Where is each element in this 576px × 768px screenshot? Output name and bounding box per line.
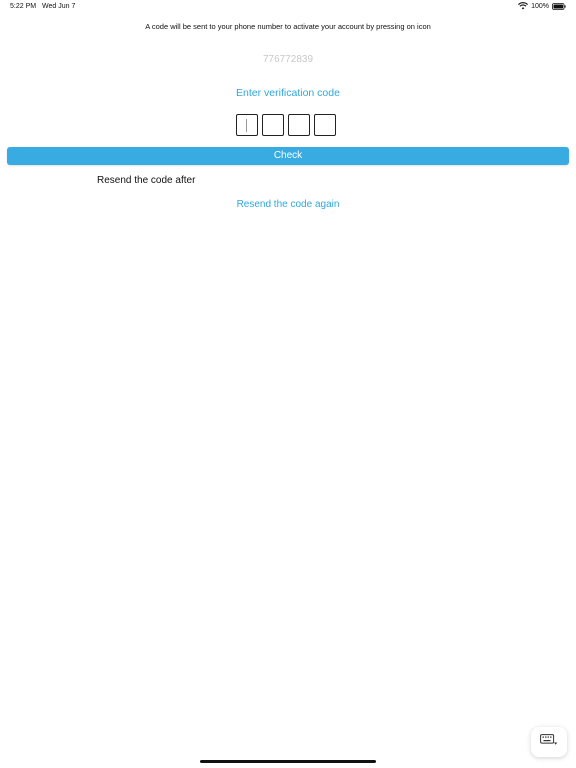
status-indicators: 100% <box>518 2 566 10</box>
check-button[interactable]: Check <box>7 147 569 165</box>
keyboard-dismiss-icon <box>540 733 558 751</box>
status-date: Wed Jun 7 <box>42 3 76 10</box>
code-digit-2[interactable] <box>262 114 284 136</box>
text-cursor <box>246 119 247 132</box>
code-digit-3[interactable] <box>288 114 310 136</box>
code-digit-1[interactable] <box>236 114 258 136</box>
resend-code-link[interactable]: Resend the code again <box>0 199 576 210</box>
code-digit-4[interactable] <box>314 114 336 136</box>
verification-info-text: A code will be sent to your phone number… <box>145 22 431 31</box>
wifi-icon <box>518 2 529 10</box>
status-time: 5:22 PM <box>10 3 37 10</box>
resend-timer-label: Resend the code after <box>97 175 196 186</box>
status-bar: 5:22 PM Wed Jun 7 100% <box>0 0 576 14</box>
verification-title: Enter verification code <box>236 87 340 99</box>
verification-code-input <box>236 114 336 136</box>
battery-icon <box>552 2 566 10</box>
keyboard-dismiss-button[interactable] <box>531 727 567 757</box>
battery-percentage: 100% <box>531 2 549 10</box>
home-indicator[interactable] <box>200 760 376 763</box>
phone-number: 776772839 <box>262 54 314 65</box>
